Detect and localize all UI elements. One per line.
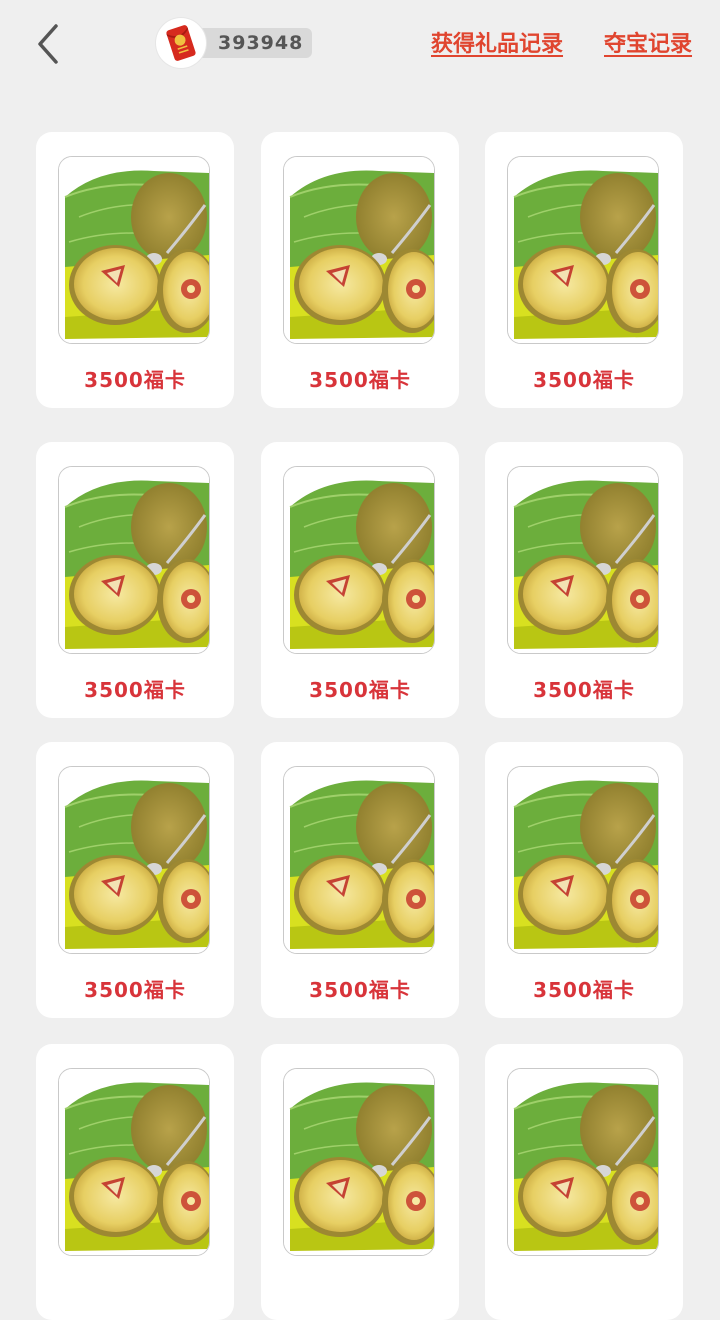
product-card[interactable]: 3500福卡	[261, 742, 459, 1018]
product-price: 3500福卡	[533, 678, 635, 702]
product-card[interactable]: 3500福卡	[36, 742, 234, 1018]
red-kiwi-fruit-image	[507, 766, 659, 954]
product-price: 3500福卡	[309, 978, 411, 1002]
product-price: 3500福卡	[309, 678, 411, 702]
product-card[interactable]	[485, 1044, 683, 1320]
red-kiwi-fruit-image	[283, 156, 435, 344]
red-kiwi-fruit-image	[283, 766, 435, 954]
product-card[interactable]	[36, 1044, 234, 1320]
product-price: 3500福卡	[84, 978, 186, 1002]
product-price: 3500福卡	[84, 678, 186, 702]
product-card[interactable]: 3500福卡	[485, 132, 683, 408]
red-kiwi-fruit-image	[58, 766, 210, 954]
product-card[interactable]	[261, 1044, 459, 1320]
product-card[interactable]: 3500福卡	[261, 132, 459, 408]
product-price: 3500福卡	[84, 368, 186, 392]
red-kiwi-fruit-image	[507, 466, 659, 654]
product-price: 3500福卡	[533, 368, 635, 392]
product-card[interactable]: 3500福卡	[36, 132, 234, 408]
red-kiwi-fruit-image	[58, 466, 210, 654]
product-grid: 3500福卡 3500福卡 3500福卡 3500福卡 3500福卡 3500福…	[0, 0, 720, 1320]
red-kiwi-fruit-image	[58, 1068, 210, 1256]
product-price: 3500福卡	[533, 978, 635, 1002]
red-kiwi-fruit-image	[283, 1068, 435, 1256]
red-kiwi-fruit-image	[507, 1068, 659, 1256]
product-card[interactable]: 3500福卡	[36, 442, 234, 718]
red-kiwi-fruit-image	[58, 156, 210, 344]
product-price: 3500福卡	[309, 368, 411, 392]
red-kiwi-fruit-image	[507, 156, 659, 344]
product-card[interactable]: 3500福卡	[485, 742, 683, 1018]
red-kiwi-fruit-image	[283, 466, 435, 654]
product-card[interactable]: 3500福卡	[485, 442, 683, 718]
product-card[interactable]: 3500福卡	[261, 442, 459, 718]
